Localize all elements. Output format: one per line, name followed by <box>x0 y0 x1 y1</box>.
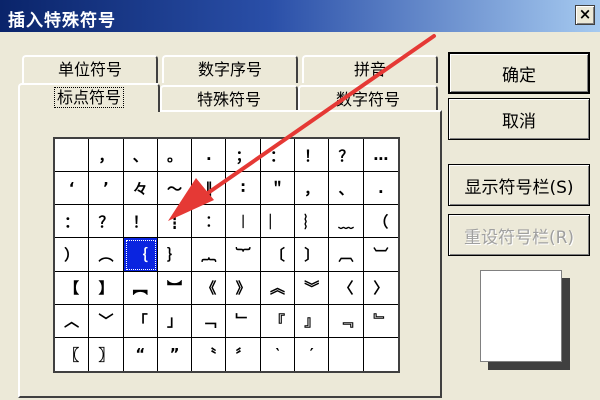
symbol-cell[interactable]: ？ <box>329 139 364 173</box>
symbol-cell[interactable]: 」 <box>157 304 193 338</box>
symbol-cell[interactable]: （ <box>363 205 398 239</box>
cancel-button[interactable]: 取消 <box>448 98 590 140</box>
symbol-cell[interactable]: ′ <box>295 337 330 371</box>
tab-label: 数字符号 <box>335 90 400 109</box>
tab-number-sequence[interactable]: 数字序号 <box>162 55 298 83</box>
symbol-cell[interactable]: ： <box>260 139 296 173</box>
symbol-cell[interactable]: ？ <box>89 205 124 239</box>
symbol-cell[interactable]: 々 <box>123 172 158 206</box>
symbol-cell[interactable] <box>329 337 364 371</box>
symbol-cell[interactable]: ‵ <box>261 337 296 371</box>
symbol-cell[interactable]: ‖ <box>192 172 227 206</box>
symbol-cell[interactable]: ︳ <box>260 205 296 239</box>
symbol-cell[interactable]: ︿ <box>55 304 90 338</box>
symbol-cell[interactable]: ｛ <box>123 238 158 272</box>
symbol-cell[interactable]: 〈 <box>329 271 364 305</box>
tab-punctuation[interactable]: 标点符号 <box>18 83 160 112</box>
symbol-cell[interactable]: ︴ <box>295 205 330 239</box>
tab-label: 特殊符号 <box>196 90 261 109</box>
symbol-cell[interactable]: ｝ <box>157 238 193 272</box>
symbol-cell[interactable]: . <box>363 172 398 206</box>
symbol-cell[interactable]: 、 <box>329 172 364 206</box>
button-label: 重设符号栏(R) <box>463 227 575 248</box>
symbol-cell[interactable]: ， <box>89 139 124 173</box>
tab-label: 拼音 <box>353 60 386 79</box>
symbol-cell[interactable]: ﹀ <box>89 304 124 338</box>
symbol-cell[interactable]: 《 <box>192 271 227 305</box>
ok-button[interactable]: 确定 <box>448 52 590 94</box>
window-title: 插入特殊符号 <box>8 11 116 31</box>
close-button[interactable]: × <box>575 5 595 25</box>
symbol-cell[interactable]: ） <box>55 238 90 272</box>
symbol-cell[interactable]: 『 <box>260 304 296 338</box>
symbol-cell[interactable]: ” <box>158 337 193 371</box>
symbol-cell[interactable]: ﹂ <box>226 304 261 338</box>
symbol-cell[interactable]: ︼ <box>157 271 193 305</box>
symbol-cell[interactable]: 】 <box>89 271 124 305</box>
button-label: 取消 <box>502 111 536 132</box>
symbol-cell[interactable]: ︽ <box>260 271 296 305</box>
symbol-cell[interactable]: 〔 <box>260 238 296 272</box>
symbol-cell[interactable]: ‘ <box>55 172 90 206</box>
symbol-cell[interactable] <box>364 338 398 371</box>
symbol-cell[interactable]: 、 <box>123 139 158 173</box>
tab-label: 单位符号 <box>57 60 122 79</box>
symbol-cell[interactable]: 》 <box>226 271 261 305</box>
symbol-preview <box>480 270 562 362</box>
symbol-cell[interactable]: ︰ <box>192 205 227 239</box>
symbol-cell[interactable]: ～ <box>157 172 193 206</box>
symbol-cell[interactable]: 』 <box>295 304 330 338</box>
tab-label: 数字序号 <box>197 60 262 79</box>
symbol-cell[interactable]: ︾ <box>295 271 330 305</box>
symbol-cell[interactable]: . <box>192 139 227 173</box>
symbol-cell[interactable]: ！ <box>123 205 158 239</box>
symbol-cell[interactable]: 〖 <box>55 337 90 371</box>
symbol-cell[interactable]: ∶ <box>226 172 261 206</box>
symbol-cell[interactable]: ︺ <box>363 238 398 272</box>
tab-label: 标点符号 <box>53 87 125 108</box>
symbol-cell[interactable]: ︸ <box>226 238 261 272</box>
symbol-grid: ，、。.；：！？… ‘’ 々～ ‖ ∶ ＂，、.：？！ ┋ ︰ ︱ ︳ ︴ ﹏ （） ︵ ｛｝ ︷ ︸ 〔〕 ︹ ︺ 【… <box>53 137 400 373</box>
symbol-cell[interactable]: ︱ <box>226 205 261 239</box>
symbol-cell[interactable]: ！ <box>295 139 330 173</box>
symbol-cell[interactable]: ， <box>295 172 330 206</box>
tab-units[interactable]: 单位符号 <box>22 55 158 83</box>
symbol-cell[interactable]: ； <box>226 139 261 173</box>
tab-special-symbols[interactable]: 特殊符号 <box>160 85 298 113</box>
symbol-cell[interactable]: 「 <box>123 304 158 338</box>
symbol-cell[interactable]: ︷ <box>192 238 227 272</box>
button-label: 显示符号栏(S) <box>464 177 574 198</box>
symbol-cell[interactable]: 。 <box>157 139 193 173</box>
reset-symbol-bar-button: 重设符号栏(R) <box>448 214 590 256</box>
symbol-cell[interactable]: ﹁ <box>192 304 227 338</box>
symbol-cell[interactable]: 〝 <box>192 337 227 371</box>
symbol-cell[interactable] <box>55 139 90 173</box>
symbol-cell[interactable]: 〉 <box>363 272 398 305</box>
symbol-cell[interactable]: 〞 <box>226 337 261 371</box>
symbol-cell[interactable]: ： <box>55 205 90 239</box>
title-bar: 插入特殊符号 × <box>0 0 600 32</box>
symbol-cell[interactable]: ﹃ <box>329 304 364 338</box>
tab-pinyin[interactable]: 拼音 <box>302 55 438 83</box>
symbol-cell[interactable]: ＂ <box>260 172 296 206</box>
symbol-cell[interactable]: ︹ <box>329 238 364 272</box>
symbol-cell[interactable]: ︻ <box>123 271 158 305</box>
symbol-cell[interactable]: ┋ <box>157 205 193 239</box>
button-label: 确定 <box>502 65 536 86</box>
close-icon: × <box>578 5 592 23</box>
show-symbol-bar-button[interactable]: 显示符号栏(S) <box>448 164 590 206</box>
symbol-cell[interactable]: “ <box>124 337 158 371</box>
symbol-cell[interactable]: 【 <box>55 271 90 305</box>
symbol-cell[interactable]: ︵ <box>89 238 124 272</box>
tab-math-symbols[interactable]: 数字符号 <box>298 85 438 113</box>
symbol-cell[interactable]: 〗 <box>89 337 124 371</box>
symbol-cell[interactable]: … <box>363 139 398 173</box>
symbol-cell[interactable]: 〕 <box>295 238 330 272</box>
symbol-cell[interactable]: ’ <box>89 172 124 206</box>
symbol-cell[interactable]: ﹄ <box>363 305 398 338</box>
symbol-cell[interactable]: ﹏ <box>329 205 364 239</box>
